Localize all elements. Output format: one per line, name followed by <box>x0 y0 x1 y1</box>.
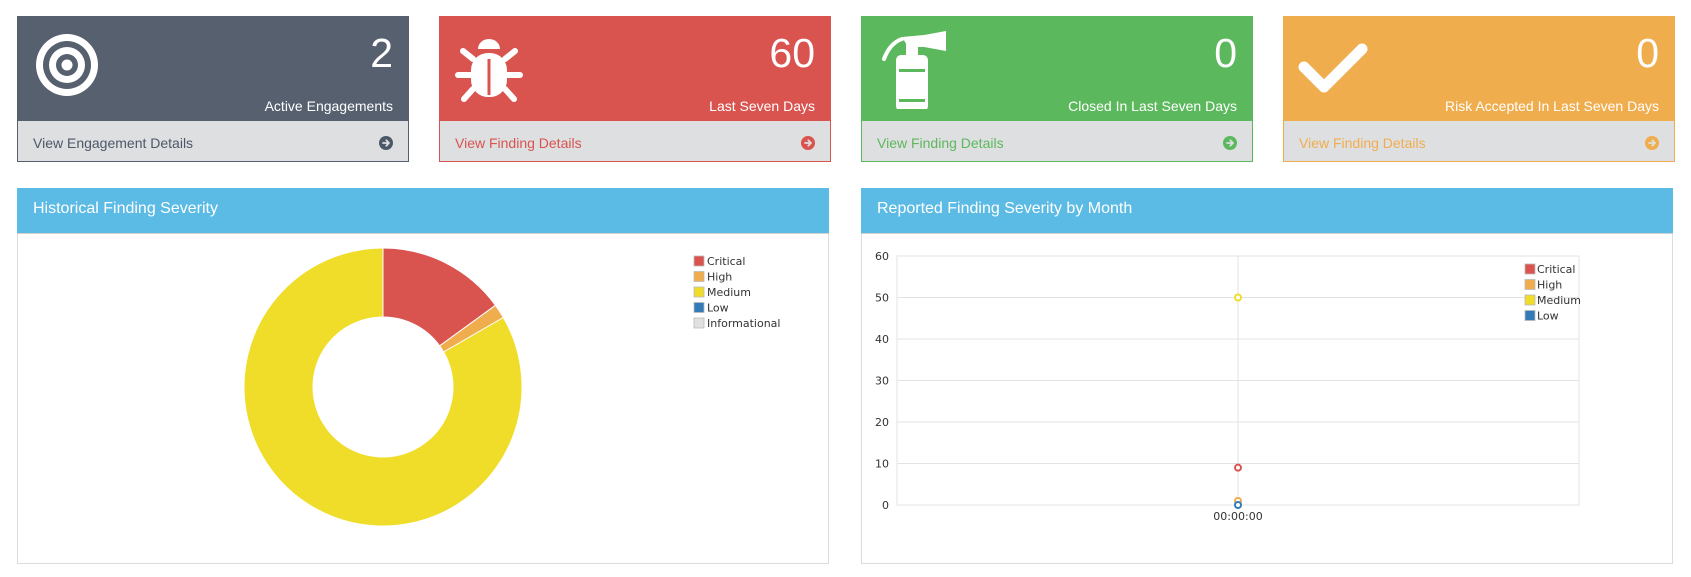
historical-finding-severity-chart: Critical High Medium Low Informational <box>243 247 780 527</box>
panel-heading: Reported Finding Severity by Month <box>861 188 1673 234</box>
y-tick-label-0: 0 <box>882 499 889 512</box>
panel-title: Historical Finding Severity <box>33 200 218 217</box>
closed-last-seven-days-count: 0 <box>1214 30 1237 76</box>
historical-finding-severity-panel: Historical Finding Severity Critical High… <box>17 188 829 564</box>
view-finding-details-link[interactable]: View Finding Details <box>862 121 1252 161</box>
data-point-medium <box>1234 293 1242 302</box>
card-body: 0 Closed In Last Seven Days <box>862 17 1252 121</box>
legend-swatch-medium <box>1524 294 1536 306</box>
last-seven-days-count: 60 <box>769 30 815 76</box>
data-point-low <box>1234 501 1242 509</box>
view-finding-details-text: View Finding Details <box>1299 135 1426 151</box>
y-tick-label-50: 50 <box>875 292 889 305</box>
legend-swatch-medium <box>693 286 705 298</box>
arrow-circle-right-icon <box>379 136 393 150</box>
card-body: 0 Risk Accepted In Last Seven Days <box>1284 17 1674 121</box>
legend-label-low: Low <box>1537 310 1559 323</box>
active-engagements-card: 2 Active Engagements View Engagement Det… <box>17 16 409 162</box>
arrow-circle-right-icon <box>801 136 815 150</box>
legend-label-critical: Critical <box>1537 263 1575 276</box>
last-seven-days-card: 60 Last Seven Days View Finding Details <box>439 16 831 162</box>
legend-label-high: High <box>1537 279 1562 292</box>
legend-swatch-high <box>1524 279 1536 290</box>
legend-swatch-high <box>693 271 705 282</box>
y-tick-label-20: 20 <box>875 416 889 429</box>
view-finding-details-link[interactable]: View Finding Details <box>1284 121 1674 161</box>
legend-label-low: Low <box>707 302 729 315</box>
legend-swatch-critical <box>693 255 705 267</box>
active-engagements-count: 2 <box>370 30 393 76</box>
view-engagement-details-link[interactable]: View Engagement Details <box>18 121 408 161</box>
y-tick-label-30: 30 <box>875 375 889 388</box>
legend-label-critical: Critical <box>707 255 745 268</box>
legend-label-medium: Medium <box>707 286 751 299</box>
target-icon <box>32 29 112 109</box>
active-engagements-label: Active Engagements <box>264 98 393 114</box>
legend-label-informational: Informational <box>707 317 780 330</box>
reported-finding-severity-panel: Reported Finding Severity by Month 0 10 20… <box>861 188 1673 564</box>
card-body: 60 Last Seven Days <box>440 17 830 121</box>
panel-heading: Historical Finding Severity <box>17 188 829 234</box>
legend-swatch-informational <box>693 317 705 329</box>
risk-accepted-label: Risk Accepted In Last Seven Days <box>1445 98 1659 114</box>
closed-last-seven-days-card: 0 Closed In Last Seven Days View Finding… <box>861 16 1253 162</box>
fire-extinguisher-icon <box>876 29 956 109</box>
view-finding-details-link[interactable]: View Finding Details <box>440 121 830 161</box>
legend-swatch-low <box>1524 310 1536 321</box>
panel-title: Reported Finding Severity by Month <box>877 200 1133 217</box>
risk-accepted-card: 0 Risk Accepted In Last Seven Days View … <box>1283 16 1675 162</box>
view-finding-details-text: View Finding Details <box>877 135 1004 151</box>
closed-last-seven-days-label: Closed In Last Seven Days <box>1068 98 1237 114</box>
reported-finding-severity-chart: 0 10 20 30 40 50 60 00:00:00 Critical High Medium L… <box>875 250 1581 523</box>
y-tick-label-10: 10 <box>875 458 889 471</box>
legend-swatch-critical <box>1524 263 1536 275</box>
data-point-critical <box>1234 463 1242 472</box>
card-body: 2 Active Engagements <box>18 17 408 121</box>
view-engagement-details-text: View Engagement Details <box>33 135 194 151</box>
risk-accepted-count: 0 <box>1636 30 1659 76</box>
bug-icon <box>454 29 534 109</box>
last-seven-days-label: Last Seven Days <box>709 98 815 114</box>
y-tick-label-40: 40 <box>875 333 889 346</box>
y-tick-label-60: 60 <box>875 250 889 263</box>
legend-label-medium: Medium <box>1537 294 1581 307</box>
checkmark-icon <box>1298 29 1378 109</box>
view-finding-details-text: View Finding Details <box>455 135 582 151</box>
legend-swatch-low <box>693 302 705 313</box>
arrow-circle-right-icon <box>1223 136 1237 150</box>
x-tick-label: 00:00:00 <box>1213 510 1262 523</box>
legend-label-high: High <box>707 271 732 284</box>
arrow-circle-right-icon <box>1645 136 1659 150</box>
